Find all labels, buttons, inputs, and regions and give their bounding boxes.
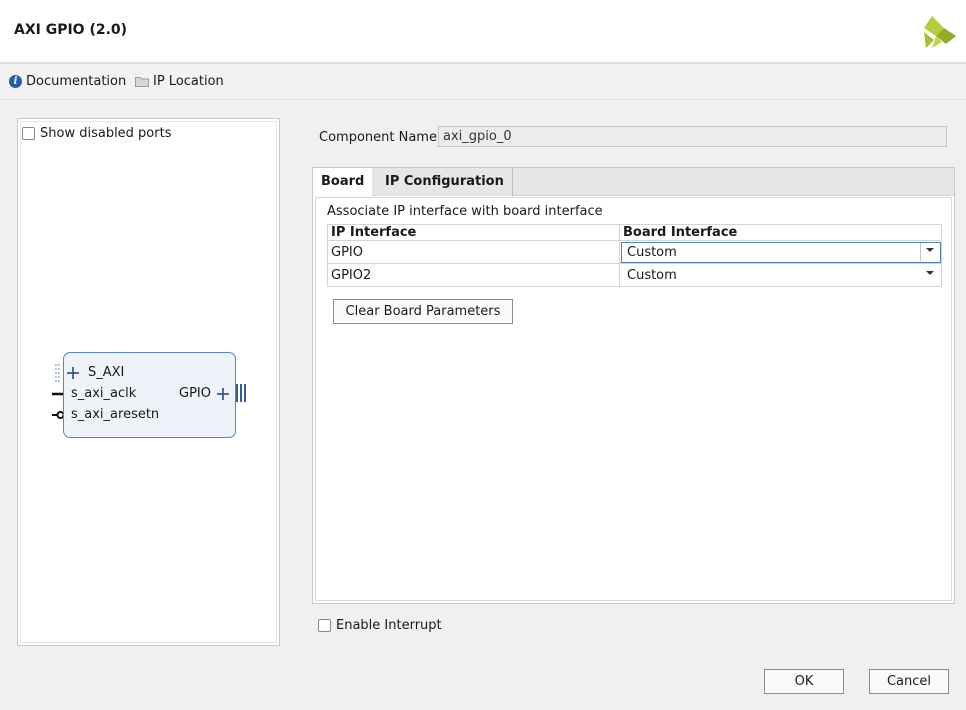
- component-name-label: Component Name: [319, 130, 437, 145]
- column-header-ip-interface[interactable]: IP Interface: [327, 224, 620, 241]
- table-row[interactable]: GPIO Custom: [327, 240, 942, 264]
- s-axi-aclk-port-label: s_axi_aclk: [71, 386, 137, 401]
- info-icon: i: [9, 75, 22, 88]
- show-disabled-ports-label: Show disabled ports: [40, 126, 172, 141]
- link-bar: i Documentation IP Location: [0, 66, 966, 100]
- table-row[interactable]: GPIO2 Custom: [327, 263, 942, 287]
- gpio-bus-connector-icon: [236, 384, 246, 402]
- board-interface-value: Custom: [627, 267, 677, 283]
- configuration-tab-panel: Board IP Configuration Associate IP inte…: [312, 167, 955, 604]
- dropdown-separator: [920, 243, 921, 261]
- ip-location-label: IP Location: [153, 74, 224, 89]
- xilinx-logo-icon: [924, 16, 956, 48]
- expand-gpio-icon[interactable]: [217, 388, 229, 400]
- enable-interrupt-box[interactable]: [318, 619, 331, 632]
- expand-s-axi-icon[interactable]: [67, 367, 79, 379]
- board-tab-body: Associate IP interface with board interf…: [315, 197, 952, 601]
- show-disabled-ports-box[interactable]: [22, 127, 35, 140]
- enable-interrupt-label: Enable Interrupt: [336, 618, 442, 633]
- board-interface-dropdown[interactable]: Custom: [619, 240, 942, 264]
- tab-ip-configuration[interactable]: IP Configuration: [377, 168, 513, 196]
- clear-board-parameters-button[interactable]: Clear Board Parameters: [333, 299, 513, 324]
- documentation-label: Documentation: [26, 74, 127, 89]
- board-interface-table: IP Interface Board Interface GPIO Custom…: [327, 224, 942, 287]
- enable-interrupt-checkbox[interactable]: Enable Interrupt: [318, 618, 442, 633]
- chevron-down-icon[interactable]: [926, 271, 934, 275]
- folder-icon: [135, 77, 149, 87]
- component-name-field[interactable]: axi_gpio_0: [438, 126, 947, 147]
- ip-block-symbol[interactable]: S_AXI s_axi_aclk s_axi_aresetn GPIO: [63, 352, 236, 438]
- board-interface-value: Custom: [627, 244, 677, 260]
- dialog-title-bar: AXI GPIO (2.0): [0, 0, 966, 64]
- ip-interface-cell: GPIO: [327, 240, 620, 264]
- chevron-down-icon[interactable]: [926, 248, 934, 252]
- column-header-board-interface[interactable]: Board Interface: [619, 224, 942, 241]
- documentation-link[interactable]: i Documentation: [9, 74, 126, 89]
- ip-location-link[interactable]: IP Location: [135, 74, 224, 89]
- ip-interface-cell: GPIO2: [327, 263, 620, 287]
- ok-button[interactable]: OK: [764, 669, 844, 694]
- tab-board[interactable]: Board: [313, 168, 373, 197]
- s-axi-aresetn-port-label: s_axi_aresetn: [71, 407, 160, 422]
- board-interface-dropdown[interactable]: Custom: [619, 263, 942, 287]
- board-association-description: Associate IP interface with board interf…: [327, 204, 603, 219]
- dialog-title: AXI GPIO (2.0): [14, 22, 128, 38]
- gpio-port-label: GPIO: [179, 386, 211, 401]
- s-axi-port-icon: [55, 364, 60, 382]
- cancel-button[interactable]: Cancel: [869, 669, 949, 694]
- show-disabled-ports-checkbox[interactable]: Show disabled ports: [22, 126, 171, 141]
- s-axi-port-label: S_AXI: [88, 365, 125, 380]
- tab-strip: Board IP Configuration: [313, 168, 954, 197]
